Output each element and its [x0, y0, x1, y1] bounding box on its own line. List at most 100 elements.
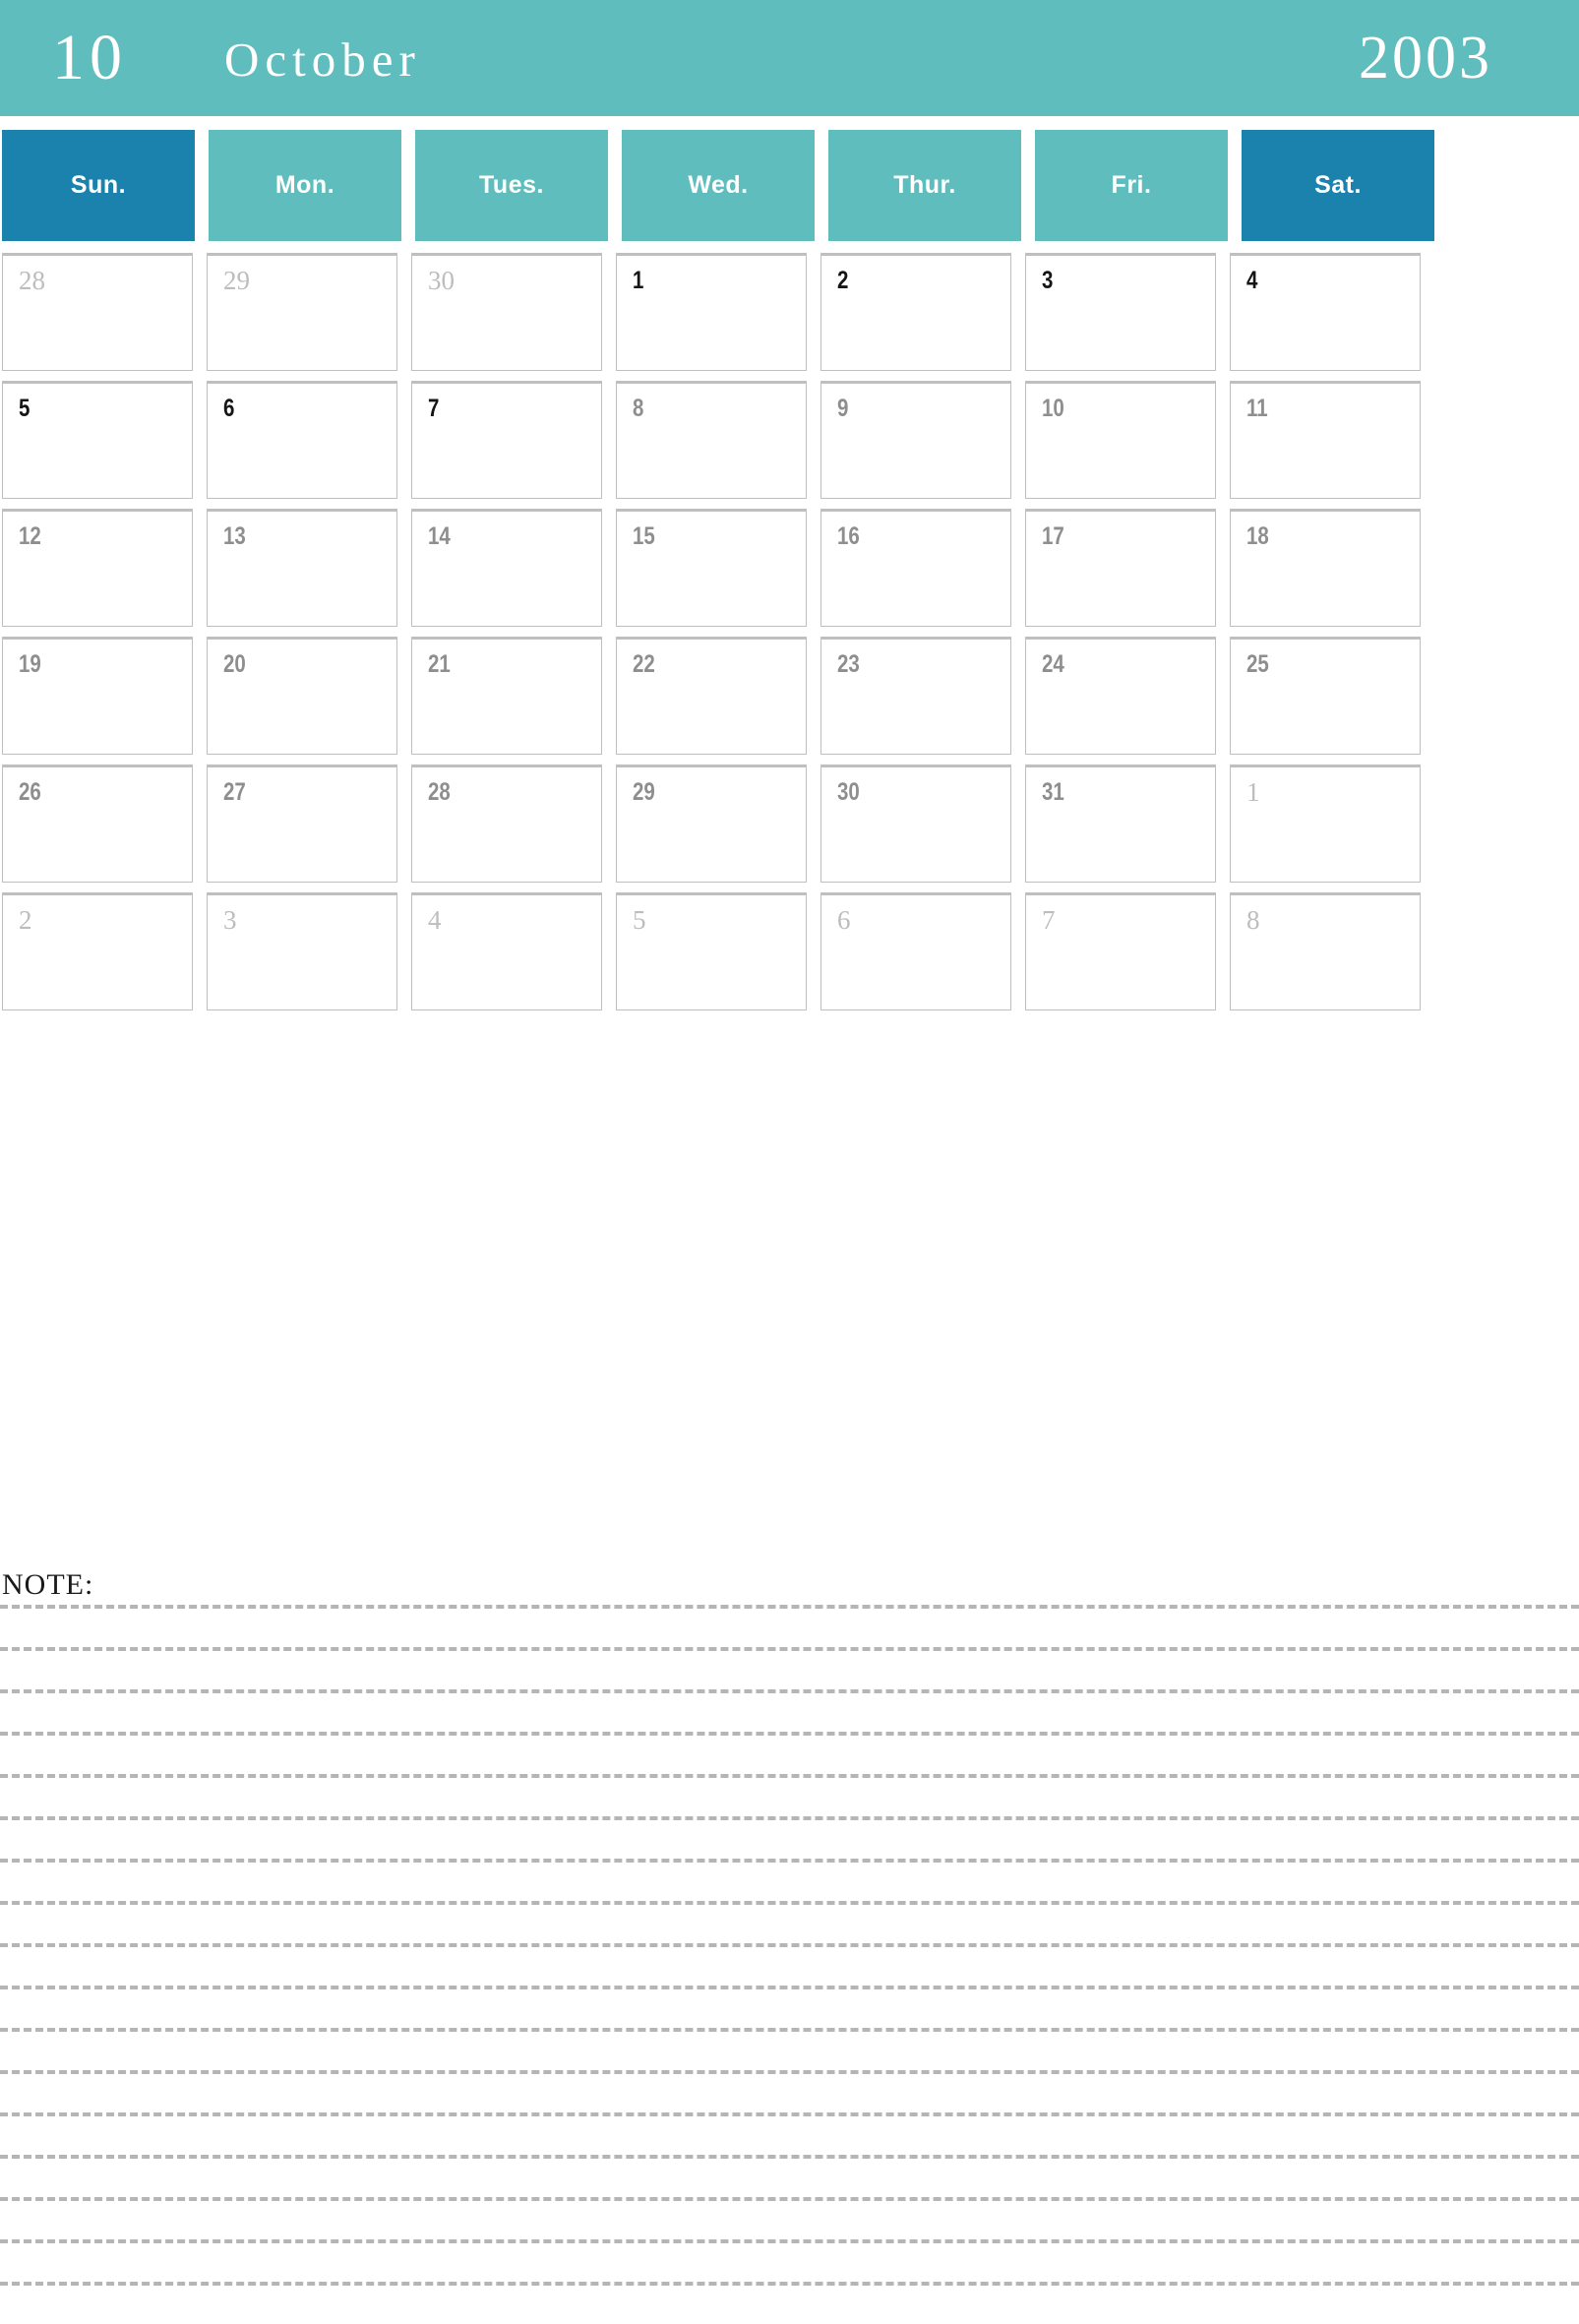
weekday-header-sun: Sun.: [2, 130, 195, 241]
day-number: 29: [223, 266, 250, 295]
day-number: 27: [223, 778, 246, 806]
day-number: 12: [19, 522, 41, 550]
calendar-day-cell[interactable]: 3: [1025, 253, 1216, 371]
calendar-day-cell[interactable]: 1: [1230, 764, 1421, 883]
note-writing-line[interactable]: [0, 2155, 1579, 2159]
day-number: 8: [633, 395, 644, 422]
calendar-day-cell[interactable]: 31: [1025, 764, 1216, 883]
day-number: 1: [633, 267, 644, 294]
day-number: 9: [837, 395, 849, 422]
note-writing-line[interactable]: [0, 2028, 1579, 2032]
calendar-day-cell[interactable]: 20: [207, 637, 397, 755]
note-writing-line[interactable]: [0, 2112, 1579, 2116]
day-number: 11: [1246, 395, 1268, 422]
day-number: 10: [1042, 395, 1064, 422]
note-writing-line[interactable]: [0, 2197, 1579, 2201]
calendar-day-cell[interactable]: 2: [820, 253, 1011, 371]
calendar-day-cell[interactable]: 8: [616, 381, 807, 499]
note-writing-line[interactable]: [0, 1986, 1579, 1989]
note-writing-line[interactable]: [0, 2239, 1579, 2243]
calendar-grid: Sun. Mon. Tues. Wed. Thur. Fri. Sat. 28 29 30 1 2 3…: [2, 130, 1468, 1020]
weekday-header-thur: Thur.: [828, 130, 1021, 241]
calendar-day-cell[interactable]: 25: [1230, 637, 1421, 755]
calendar-day-cell[interactable]: 19: [2, 637, 193, 755]
calendar-day-cell[interactable]: 6: [207, 381, 397, 499]
calendar-day-cell[interactable]: 7: [411, 381, 602, 499]
day-number: 7: [1042, 905, 1056, 935]
calendar-weeks: 28 29 30 1 2 3 4 5 6 7 8 9 10 11 12 13 14 15 16 17 18 19 20 21 2…: [2, 253, 1468, 1010]
calendar-day-cell[interactable]: 24: [1025, 637, 1216, 755]
calendar-day-cell[interactable]: 13: [207, 509, 397, 627]
note-writing-line[interactable]: [0, 2070, 1579, 2074]
calendar-day-cell[interactable]: 29: [207, 253, 397, 371]
calendar-day-cell[interactable]: 15: [616, 509, 807, 627]
calendar-day-cell[interactable]: 11: [1230, 381, 1421, 499]
day-number: 1: [1246, 777, 1260, 807]
day-number: 30: [837, 778, 860, 806]
day-number: 7: [428, 395, 440, 422]
calendar-day-cell[interactable]: 21: [411, 637, 602, 755]
day-number: 3: [1042, 267, 1054, 294]
calendar-day-cell[interactable]: 18: [1230, 509, 1421, 627]
calendar-day-cell[interactable]: 8: [1230, 892, 1421, 1010]
month-number: 10: [52, 22, 127, 93]
weekday-header-sat: Sat.: [1242, 130, 1434, 241]
calendar-day-cell[interactable]: 17: [1025, 509, 1216, 627]
calendar-day-cell[interactable]: 16: [820, 509, 1011, 627]
day-number: 16: [837, 522, 860, 550]
note-writing-line[interactable]: [0, 1605, 1579, 1609]
weekday-header-wed: Wed.: [622, 130, 815, 241]
day-number: 15: [633, 522, 655, 550]
note-writing-line[interactable]: [0, 1943, 1579, 1947]
note-writing-line[interactable]: [0, 2282, 1579, 2286]
calendar-day-cell[interactable]: 22: [616, 637, 807, 755]
day-number: 2: [19, 905, 32, 935]
calendar-day-cell[interactable]: 14: [411, 509, 602, 627]
note-lines[interactable]: [0, 1605, 1579, 2324]
day-number: 17: [1042, 522, 1064, 550]
calendar-day-cell[interactable]: 6: [820, 892, 1011, 1010]
year-label: 2003: [1359, 25, 1492, 92]
note-writing-line[interactable]: [0, 1732, 1579, 1736]
calendar-day-cell[interactable]: 1: [616, 253, 807, 371]
calendar-week-row: 12 13 14 15 16 17 18: [2, 509, 1468, 627]
day-number: 25: [1246, 650, 1269, 678]
weekday-header-mon: Mon.: [209, 130, 401, 241]
day-number: 14: [428, 522, 451, 550]
calendar-day-cell[interactable]: 28: [411, 764, 602, 883]
calendar-day-cell[interactable]: 23: [820, 637, 1011, 755]
month-name: October: [224, 32, 421, 87]
note-writing-line[interactable]: [0, 1901, 1579, 1905]
day-number: 21: [428, 650, 451, 678]
calendar-day-cell[interactable]: 2: [2, 892, 193, 1010]
note-writing-line[interactable]: [0, 1647, 1579, 1651]
calendar-day-cell[interactable]: 10: [1025, 381, 1216, 499]
calendar-day-cell[interactable]: 12: [2, 509, 193, 627]
calendar-day-cell[interactable]: 28: [2, 253, 193, 371]
note-writing-line[interactable]: [0, 1816, 1579, 1820]
note-writing-line[interactable]: [0, 1859, 1579, 1863]
day-number: 8: [1246, 905, 1260, 935]
note-writing-line[interactable]: [0, 1689, 1579, 1693]
calendar-day-cell[interactable]: 30: [820, 764, 1011, 883]
note-writing-line[interactable]: [0, 1774, 1579, 1778]
calendar-day-cell[interactable]: 9: [820, 381, 1011, 499]
calendar-day-cell[interactable]: 27: [207, 764, 397, 883]
calendar-day-cell[interactable]: 3: [207, 892, 397, 1010]
calendar-day-cell[interactable]: 29: [616, 764, 807, 883]
calendar-week-row: 26 27 28 29 30 31 1: [2, 764, 1468, 883]
calendar-day-cell[interactable]: 5: [616, 892, 807, 1010]
calendar-day-cell[interactable]: 30: [411, 253, 602, 371]
calendar-day-cell[interactable]: 26: [2, 764, 193, 883]
day-number: 19: [19, 650, 41, 678]
note-label: NOTE:: [2, 1568, 94, 1601]
calendar-day-cell[interactable]: 7: [1025, 892, 1216, 1010]
calendar-day-cell[interactable]: 4: [411, 892, 602, 1010]
calendar-day-cell[interactable]: 5: [2, 381, 193, 499]
day-number: 29: [633, 778, 655, 806]
day-number: 4: [1246, 267, 1258, 294]
day-number: 24: [1042, 650, 1064, 678]
day-number: 4: [428, 905, 442, 935]
day-number: 5: [633, 905, 646, 935]
calendar-day-cell[interactable]: 4: [1230, 253, 1421, 371]
